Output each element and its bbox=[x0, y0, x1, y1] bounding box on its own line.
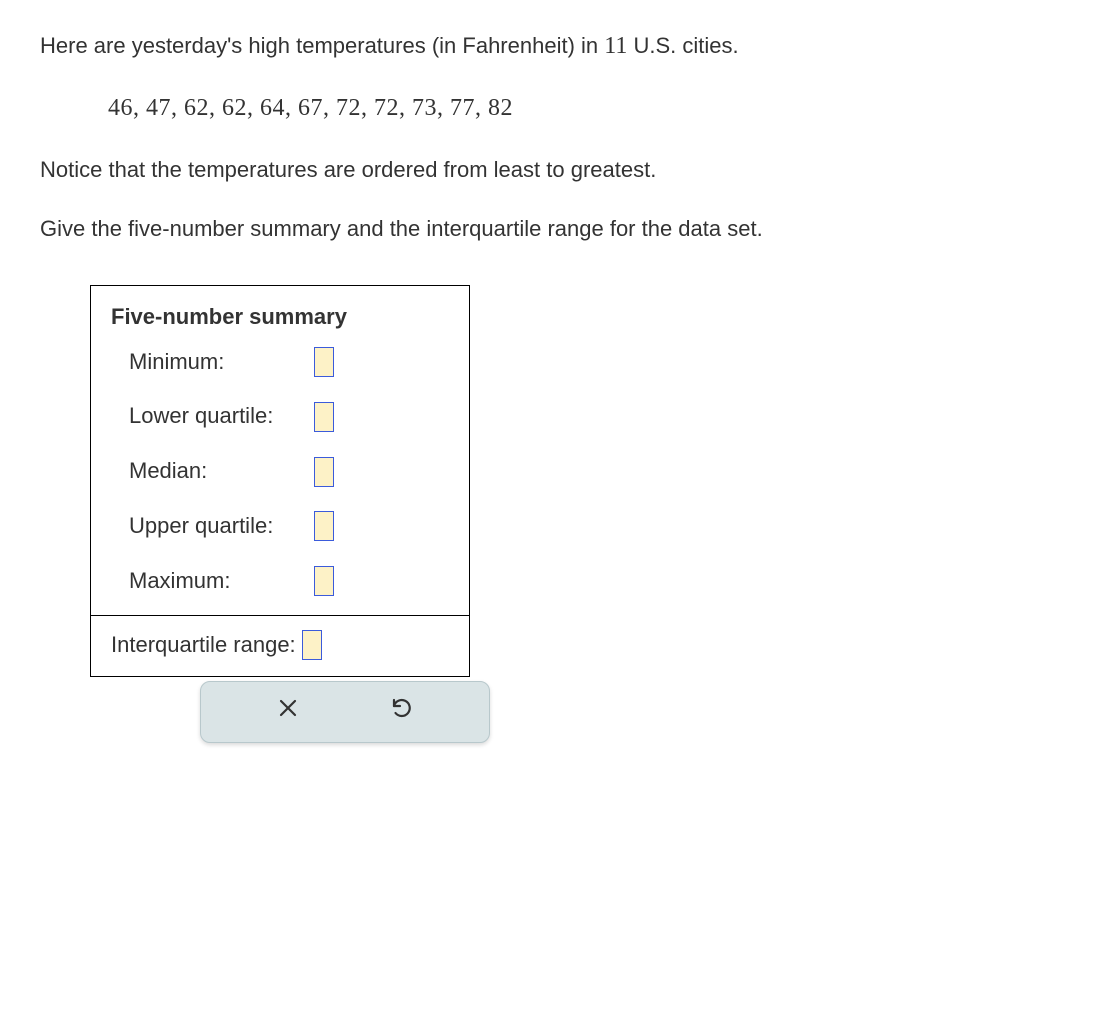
intro-suffix: U.S. cities. bbox=[627, 33, 738, 58]
input-lower-quartile[interactable] bbox=[314, 402, 334, 432]
input-minimum[interactable] bbox=[314, 347, 334, 377]
summary-rows: Minimum: Lower quartile: Median: Upper q… bbox=[91, 347, 469, 615]
label-minimum: Minimum: bbox=[129, 347, 314, 378]
row-median: Median: bbox=[129, 456, 449, 487]
iqr-section: Interquartile range: bbox=[91, 615, 469, 677]
clear-button[interactable] bbox=[268, 692, 308, 732]
undo-icon bbox=[390, 696, 414, 729]
data-values: 46, 47, 62, 62, 64, 67, 72, 72, 73, 77, … bbox=[108, 92, 1060, 126]
label-median: Median: bbox=[129, 456, 314, 487]
label-upper-quartile: Upper quartile: bbox=[129, 511, 314, 542]
input-iqr[interactable] bbox=[302, 630, 322, 660]
reset-button[interactable] bbox=[382, 692, 422, 732]
row-lower-quartile: Lower quartile: bbox=[129, 401, 449, 432]
intro-text: Here are yesterday's high temperatures (… bbox=[40, 30, 1060, 64]
row-upper-quartile: Upper quartile: bbox=[129, 511, 449, 542]
notice-text: Notice that the temperatures are ordered… bbox=[40, 155, 1060, 186]
label-iqr: Interquartile range: bbox=[111, 630, 296, 661]
summary-heading: Five-number summary bbox=[91, 286, 469, 347]
button-bar bbox=[200, 681, 490, 743]
summary-container: Five-number summary Minimum: Lower quart… bbox=[90, 285, 1060, 744]
row-maximum: Maximum: bbox=[129, 566, 449, 597]
label-maximum: Maximum: bbox=[129, 566, 314, 597]
input-maximum[interactable] bbox=[314, 566, 334, 596]
intro-prefix: Here are yesterday's high temperatures (… bbox=[40, 33, 604, 58]
label-lower-quartile: Lower quartile: bbox=[129, 401, 314, 432]
x-icon bbox=[276, 696, 300, 729]
input-upper-quartile[interactable] bbox=[314, 511, 334, 541]
intro-count: 11 bbox=[604, 33, 627, 59]
prompt-text: Give the five-number summary and the int… bbox=[40, 214, 1060, 245]
summary-box: Five-number summary Minimum: Lower quart… bbox=[90, 285, 470, 678]
input-median[interactable] bbox=[314, 457, 334, 487]
row-minimum: Minimum: bbox=[129, 347, 449, 378]
